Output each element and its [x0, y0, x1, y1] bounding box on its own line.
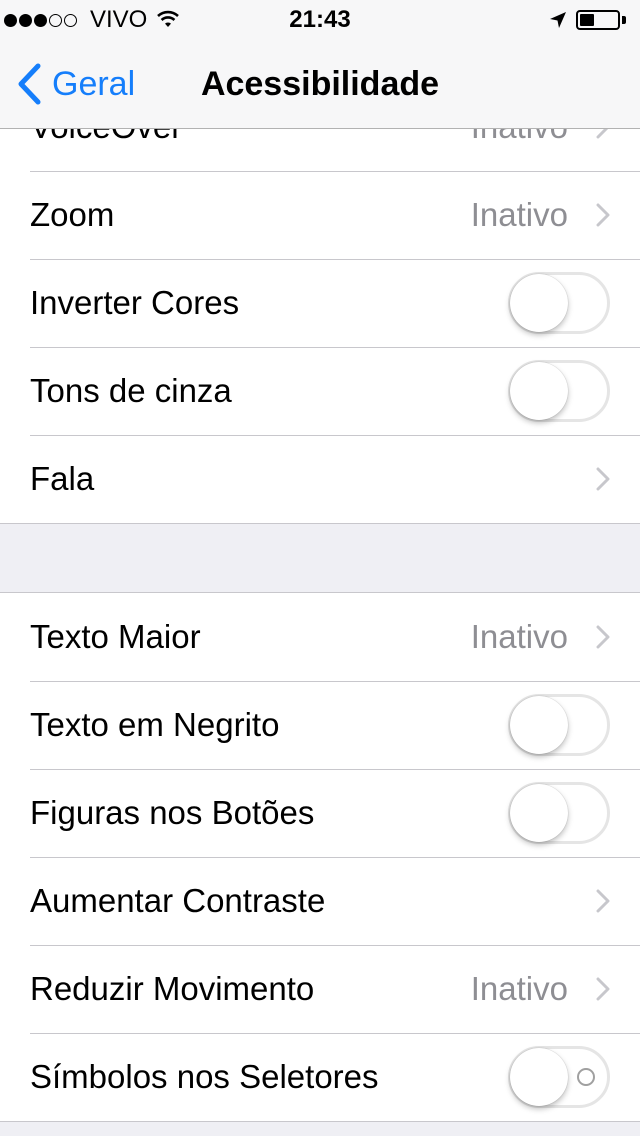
toggle-knob — [510, 1048, 568, 1106]
row-larger-text[interactable]: Texto Maior Inativo — [0, 593, 640, 681]
invert-colors-toggle[interactable] — [508, 272, 610, 334]
row-label: Aumentar Contraste — [30, 882, 326, 919]
toggle-knob — [510, 362, 568, 420]
toggle-knob — [510, 696, 568, 754]
row-button-shapes: Figuras nos Botões — [0, 769, 640, 857]
navigation-bar: Geral Acessibilidade — [0, 40, 640, 128]
battery-tip — [622, 16, 626, 24]
chevron-right-icon — [596, 977, 610, 1006]
off-symbol-icon — [577, 1068, 595, 1086]
row-value: Inativo — [470, 618, 568, 655]
bold-text-toggle[interactable] — [508, 694, 610, 756]
top-bar: VIVO 21:43 Geral Acessibilidade — [0, 0, 640, 129]
row-label: Tons de cinza — [30, 372, 232, 409]
chevron-right-icon — [596, 889, 610, 918]
row-label: Símbolos nos Seletores — [30, 1058, 379, 1095]
chevron-right-icon — [596, 203, 610, 232]
status-time: 21:43 — [289, 6, 351, 33]
row-speech[interactable]: Fala — [0, 435, 640, 523]
page-title: Acessibilidade — [200, 65, 440, 103]
row-bold-text: Texto em Negrito — [0, 681, 640, 769]
location-arrow-icon — [548, 10, 568, 35]
chevron-right-icon — [596, 625, 610, 654]
row-zoom[interactable]: Zoom Inativo — [0, 171, 640, 259]
button-shapes-toggle[interactable] — [508, 782, 610, 844]
toggle-knob — [510, 784, 568, 842]
battery-icon — [576, 10, 620, 30]
status-bar: VIVO 21:43 — [0, 0, 640, 40]
row-on-off-labels: Símbolos nos Seletores — [0, 1033, 640, 1121]
grayscale-toggle[interactable] — [508, 360, 610, 422]
row-reduce-motion[interactable]: Reduzir Movimento Inativo — [0, 945, 640, 1033]
row-grayscale: Tons de cinza — [0, 347, 640, 435]
row-value: Inativo — [470, 196, 568, 233]
row-label: Zoom — [30, 196, 115, 233]
chevron-right-icon — [596, 467, 610, 496]
row-value: Inativo — [470, 970, 568, 1007]
row-label: Reduzir Movimento — [30, 970, 315, 1007]
row-label: Texto Maior — [30, 618, 201, 655]
row-label: Figuras nos Botões — [30, 794, 315, 831]
row-invert-colors: Inverter Cores — [0, 259, 640, 347]
battery-level — [580, 14, 594, 26]
row-label: Fala — [30, 460, 95, 497]
settings-group-vision: VoiceOver Inativo Zoom Inativo Inverter … — [0, 82, 640, 524]
row-label: Texto em Negrito — [30, 706, 280, 743]
toggle-knob — [510, 274, 568, 332]
row-increase-contrast[interactable]: Aumentar Contraste — [0, 857, 640, 945]
settings-group-text: Texto Maior Inativo Texto em Negrito Fig… — [0, 592, 640, 1122]
on-off-labels-toggle[interactable] — [508, 1046, 610, 1108]
row-label: Inverter Cores — [30, 284, 240, 321]
